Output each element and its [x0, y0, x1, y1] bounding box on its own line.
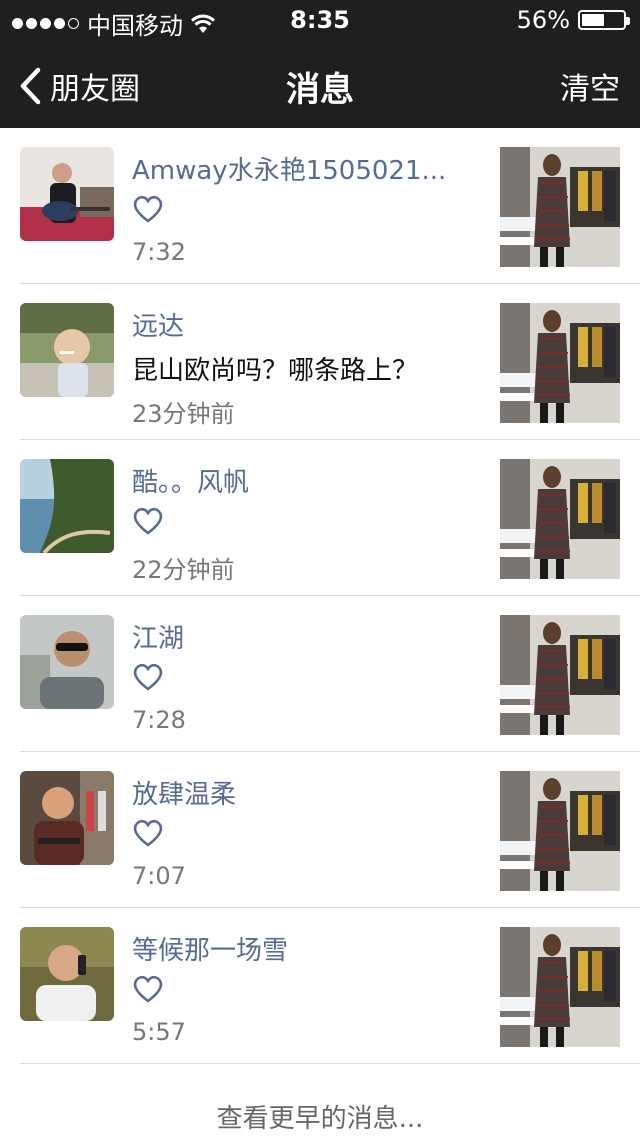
man-phone-avatar[interactable]: [20, 927, 114, 1021]
sender-name[interactable]: Amway水永艳1505021...: [132, 150, 462, 187]
heart-icon: [133, 195, 163, 223]
heart-icon: [133, 819, 163, 847]
clothing-store-photo: [500, 459, 620, 579]
child-avatar[interactable]: [20, 303, 114, 397]
battery-fill: [582, 14, 604, 26]
sender-name[interactable]: 江湖: [132, 618, 462, 655]
message-time: 23分钟前: [132, 400, 235, 428]
clothing-store-photo: [500, 927, 620, 1047]
clothing-store-photo: [500, 771, 620, 891]
clothing-store-photo: [500, 303, 620, 423]
post-thumbnail[interactable]: [500, 927, 620, 1047]
heart-icon: [133, 663, 163, 691]
sender-name[interactable]: 放肆温柔: [132, 774, 462, 811]
battery-icon: [578, 10, 630, 30]
sender-name[interactable]: 酷。。风帆: [132, 462, 462, 499]
message-row[interactable]: Amway水永艳1505021... 7:32: [0, 128, 640, 284]
status-right: 56%: [516, 6, 630, 34]
message-row[interactable]: 放肆温柔 7:07: [0, 752, 640, 908]
message-row[interactable]: 酷。。风帆 22分钟前: [0, 440, 640, 596]
message-time: 7:32: [132, 238, 186, 266]
message-row[interactable]: 江湖 7:28: [0, 596, 640, 752]
heart-icon: [133, 507, 163, 535]
load-earlier-messages-link[interactable]: 查看更早的消息...: [0, 1098, 640, 1135]
post-thumbnail[interactable]: [500, 303, 620, 423]
clothing-store-photo: [500, 615, 620, 735]
man-sunglasses-avatar[interactable]: [20, 615, 114, 709]
message-time: 7:28: [132, 706, 186, 734]
sender-name[interactable]: 等候那一场雪: [132, 930, 462, 967]
post-thumbnail[interactable]: [500, 615, 620, 735]
page-title: 消息: [286, 70, 354, 110]
message-list: Amway水永艳1505021... 7:32 远达 昆山欧尚吗？哪条路上？ 2…: [0, 128, 640, 1064]
heart-icon: [133, 975, 163, 1003]
message-time: 22分钟前: [132, 556, 235, 584]
post-thumbnail[interactable]: [500, 459, 620, 579]
clear-button[interactable]: 清空: [560, 64, 620, 108]
man-shop-avatar[interactable]: [20, 771, 114, 865]
message-row[interactable]: 等候那一场雪 5:57: [0, 908, 640, 1064]
man-with-guitar-avatar[interactable]: [20, 147, 114, 241]
message-time: 5:57: [132, 1018, 186, 1046]
mountain-road-avatar[interactable]: [20, 459, 114, 553]
message-row[interactable]: 远达 昆山欧尚吗？哪条路上？ 23分钟前: [0, 284, 640, 440]
battery-percent: 56%: [516, 6, 570, 34]
message-time: 7:07: [132, 862, 186, 890]
navigation-bar: 朋友圈 消息 清空: [0, 40, 640, 128]
comment-text: 昆山欧尚吗？哪条路上？: [132, 356, 419, 386]
post-thumbnail[interactable]: [500, 147, 620, 267]
status-bar: 中国移动 8:35 56%: [0, 0, 640, 40]
post-thumbnail[interactable]: [500, 771, 620, 891]
clothing-store-photo: [500, 147, 620, 267]
sender-name[interactable]: 远达: [132, 306, 462, 343]
